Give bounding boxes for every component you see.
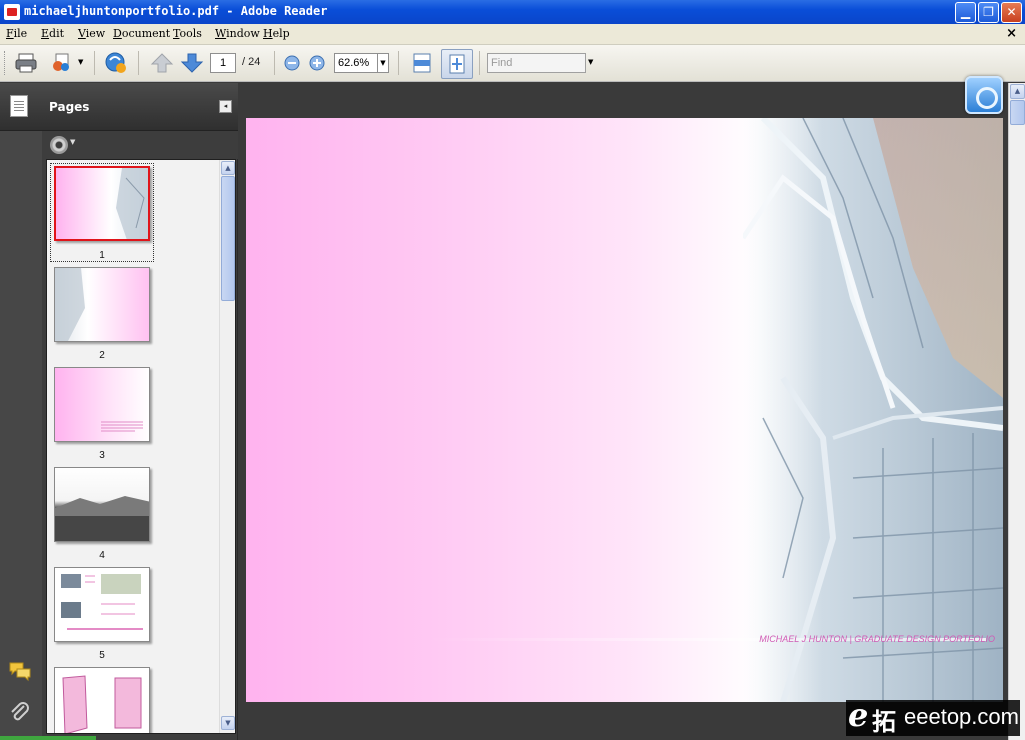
thumbnail-list: 1 2 3 4 5 ▲ ▼ [46,159,236,734]
thumbnail-label: 2 [99,350,105,361]
thumbnail-label: 5 [99,650,105,661]
menu-edit[interactable]: Edit [41,27,64,40]
adobe-online-icon[interactable] [965,76,1003,114]
share-icon[interactable] [50,52,74,74]
thumbnail-label: 3 [99,450,105,461]
toolbar-grip[interactable] [4,51,7,75]
pages-panel-title: Pages [49,100,90,114]
scroll-down-arrow[interactable]: ▼ [221,716,235,730]
menu-tools[interactable]: Tools [173,27,202,40]
page-thumbnail-1[interactable] [54,166,150,241]
watermark: e 拓 eeetop.com [846,696,1020,736]
menu-file[interactable]: File [6,27,27,40]
restore-button[interactable]: ❐ [978,2,999,23]
previous-page-icon[interactable] [150,52,174,74]
architecture-image [743,118,1003,702]
pages-panel-header: Pages ◂ [0,83,238,131]
menu-bar: File Edit View Document Tools Window Hel… [0,24,1025,45]
options-dropdown-icon[interactable]: ▼ [70,138,75,146]
title-bar: michaeljhuntonportfolio.pdf - Adobe Read… [0,0,1025,24]
adobe-reader-icon [4,4,20,20]
watermark-logo: e [848,696,869,734]
panel-options-row: ▼ [42,131,238,159]
find-input[interactable]: Find [487,53,586,73]
minimize-button[interactable]: ▁ [955,2,976,23]
zoom-dropdown-icon[interactable]: ▼ [378,53,389,73]
fit-page-button[interactable] [441,49,473,79]
page-number-input[interactable]: 1 [210,53,236,73]
zoom-out-icon[interactable] [282,52,306,74]
portfolio-footer-text: MICHAEL J HUNTON | GRADUATE DESIGN PORTF… [759,634,995,644]
toolbar-separator [398,51,399,75]
pages-panel: Pages ◂ ▼ 1 2 3 4 5 ▲ ▼ [0,83,238,740]
zoom-level-input[interactable]: 62.6% [334,53,378,73]
collapse-panel-button[interactable]: ◂ [219,100,232,113]
gear-icon[interactable] [50,136,68,154]
page-thumbnail-5[interactable] [54,567,150,642]
find-dropdown-icon[interactable]: ▼ [588,58,593,66]
print-icon[interactable] [14,52,38,74]
status-indicator [0,736,96,740]
scroll-up-arrow[interactable]: ▲ [221,161,235,175]
menu-window[interactable]: Window [215,27,260,40]
fit-width-icon[interactable] [410,52,434,74]
menu-help[interactable]: Help [263,27,290,40]
document-close-button[interactable]: × [1006,26,1017,41]
toolbar-separator [479,51,480,75]
scroll-up-arrow[interactable]: ▲ [1010,84,1025,99]
page-thumbnail-4[interactable] [54,467,150,542]
close-button[interactable]: ✕ [1001,2,1022,23]
menu-view[interactable]: View [78,27,105,40]
toolbar-separator [94,51,95,75]
document-scrollbar[interactable]: ▲ [1008,83,1025,740]
toolbar-separator [138,51,139,75]
page-thumbnail-3[interactable] [54,367,150,442]
pages-icon[interactable] [10,95,28,117]
zoom-in-icon[interactable] [307,52,331,74]
document-view[interactable]: MICHAEL J HUNTON | GRADUATE DESIGN PORTF… [238,83,1008,740]
comments-icon[interactable] [8,660,32,682]
attachments-icon[interactable] [8,701,32,723]
menu-document[interactable]: Document [113,27,170,40]
page-total-label: / 24 [242,56,261,68]
thumbnail-label: 4 [99,550,105,561]
scrollbar-thumb[interactable] [1010,100,1025,125]
navigation-strip [0,83,42,740]
pdf-page: MICHAEL J HUNTON | GRADUATE DESIGN PORTF… [246,118,1003,702]
collaborate-icon[interactable] [104,52,128,74]
next-page-icon[interactable] [180,52,204,74]
watermark-logo-char: 拓 [872,708,896,736]
toolbar: ▼ 1 / 24 62.6% ▼ Find ▼ [0,45,1025,82]
share-dropdown-icon[interactable]: ▼ [78,58,83,66]
window-title: michaeljhuntonportfolio.pdf - Adobe Read… [24,4,328,18]
watermark-brand: eeetop.com [904,704,1019,729]
page-thumbnail-6[interactable] [54,667,150,733]
thumbnail-scrollbar[interactable]: ▲ ▼ [219,160,235,733]
thumbnail-label: 1 [99,250,105,261]
page-thumbnail-2[interactable] [54,267,150,342]
scrollbar-thumb[interactable] [221,176,235,301]
toolbar-separator [274,51,275,75]
